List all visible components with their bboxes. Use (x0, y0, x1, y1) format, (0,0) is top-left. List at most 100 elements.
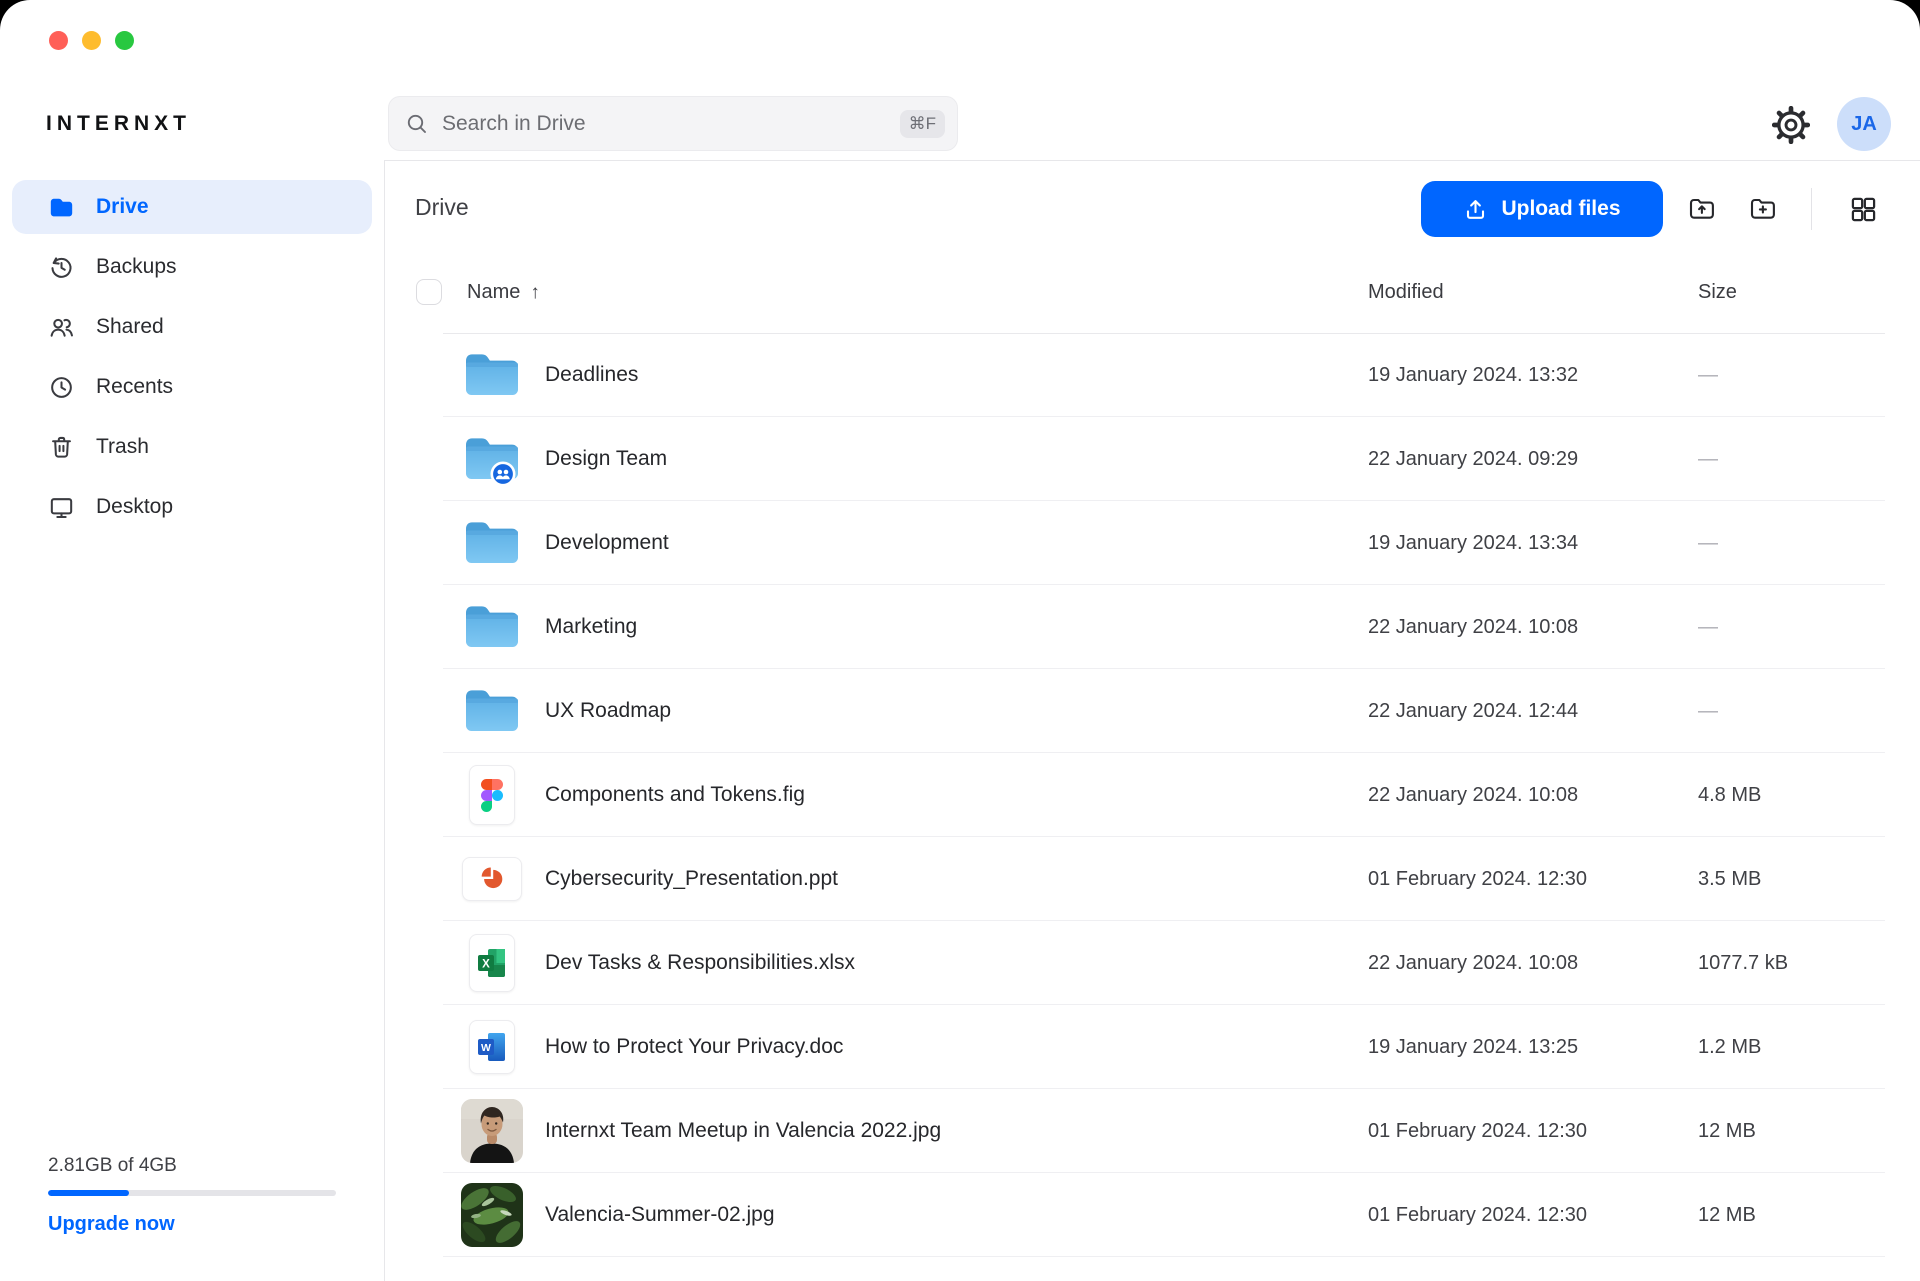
file-size: 3.5 MB (1698, 837, 1761, 921)
file-size: — (1698, 669, 1718, 753)
internxt-logo: INTERNXT (46, 112, 191, 136)
file-modified: 22 January 2024. 09:29 (1368, 417, 1578, 501)
search-shortcut-badge: ⌘F (900, 110, 945, 138)
new-folder-button[interactable] (1744, 190, 1782, 228)
folder-icon (462, 600, 522, 654)
file-size: 12 MB (1698, 1089, 1756, 1173)
sidebar-item-label: Shared (96, 315, 164, 339)
grid-view-icon (1849, 195, 1878, 224)
search-bar[interactable]: ⌘F (388, 96, 958, 151)
folder-upload-icon (1687, 194, 1717, 224)
column-header-modified[interactable]: Modified (1368, 281, 1444, 304)
file-size: 12 MB (1698, 1173, 1756, 1257)
sidebar-item-backups[interactable]: Backups (12, 240, 372, 294)
table-row[interactable]: Components and Tokens.fig 22 January 202… (384, 753, 1920, 837)
close-window-button[interactable] (49, 31, 68, 50)
file-name: Design Team (545, 417, 667, 501)
excel-file-icon: X (469, 934, 515, 992)
drive-folder-icon (48, 194, 75, 221)
column-header-name[interactable]: Name↑ (467, 281, 540, 304)
upload-folder-button[interactable] (1683, 190, 1721, 228)
sidebar-item-shared[interactable]: Shared (12, 300, 372, 354)
file-modified: 01 February 2024. 12:30 (1368, 1089, 1587, 1173)
file-modified: 19 January 2024. 13:34 (1368, 501, 1578, 585)
backups-history-icon (48, 254, 75, 281)
sidebar-item-label: Drive (96, 195, 149, 219)
file-name: Valencia-Summer-02.jpg (545, 1173, 775, 1257)
column-header-size[interactable]: Size (1698, 281, 1737, 304)
photo-thumbnail-person (461, 1099, 523, 1163)
file-name: Development (545, 501, 669, 585)
table-row[interactable]: UX Roadmap 22 January 2024. 12:44 — (384, 669, 1920, 753)
sidebar-item-label: Desktop (96, 495, 173, 519)
storage-progress-fill (48, 1190, 129, 1196)
settings-button[interactable] (1772, 106, 1810, 144)
file-modified: 19 January 2024. 13:25 (1368, 1005, 1578, 1089)
powerpoint-file-icon (462, 857, 522, 901)
photo-thumbnail-leaves (461, 1183, 523, 1247)
table-row[interactable]: Design Team 22 January 2024. 09:29 — (384, 417, 1920, 501)
table-row[interactable]: Internxt Team Meetup in Valencia 2022.jp… (384, 1089, 1920, 1173)
sidebar-item-trash[interactable]: Trash (12, 420, 372, 474)
table-row[interactable]: Cybersecurity_Presentation.ppt 01 Februa… (384, 837, 1920, 921)
search-icon (405, 112, 429, 136)
file-name: Internxt Team Meetup in Valencia 2022.jp… (545, 1089, 941, 1173)
gear-icon (1772, 106, 1810, 144)
shared-folder-icon (462, 432, 522, 486)
upload-icon (1463, 197, 1488, 222)
zoom-window-button[interactable] (115, 31, 134, 50)
table-row[interactable]: Deadlines 19 January 2024. 13:32 — (384, 333, 1920, 417)
folder-icon (462, 348, 522, 402)
window-controls (49, 31, 134, 50)
svg-text:W: W (481, 1042, 491, 1054)
select-all-checkbox[interactable] (416, 279, 442, 305)
table-row[interactable]: Marketing 22 January 2024. 10:08 — (384, 585, 1920, 669)
search-input[interactable] (442, 112, 900, 136)
file-name: Cybersecurity_Presentation.ppt (545, 837, 838, 921)
table-row[interactable]: Development 19 January 2024. 13:34 — (384, 501, 1920, 585)
storage-usage-text: 2.81GB of 4GB (48, 1155, 338, 1177)
recents-clock-icon (48, 374, 75, 401)
page-title: Drive (415, 194, 469, 221)
file-modified: 22 January 2024. 10:08 (1368, 753, 1578, 837)
toolbar-divider (1811, 188, 1812, 230)
minimize-window-button[interactable] (82, 31, 101, 50)
sidebar-item-drive[interactable]: Drive (12, 180, 372, 234)
file-modified: 01 February 2024. 12:30 (1368, 1173, 1587, 1257)
grid-view-button[interactable] (1844, 190, 1882, 228)
file-list: Deadlines 19 January 2024. 13:32 — Desig… (384, 333, 1920, 1257)
main-content: Drive Upload files Name↑ Modified Size (384, 160, 1920, 1281)
file-modified: 22 January 2024. 10:08 (1368, 921, 1578, 1005)
word-file-icon: W (469, 1020, 515, 1074)
sidebar-item-label: Trash (96, 435, 149, 459)
folder-plus-icon (1748, 194, 1778, 224)
folder-icon (462, 684, 522, 738)
sidebar-item-label: Recents (96, 375, 173, 399)
file-modified: 01 February 2024. 12:30 (1368, 837, 1587, 921)
file-modified: 19 January 2024. 13:32 (1368, 333, 1578, 417)
sidebar-item-label: Backups (96, 255, 177, 279)
upload-files-button[interactable]: Upload files (1421, 181, 1663, 237)
shared-people-icon (48, 314, 75, 341)
sidebar-item-desktop[interactable]: Desktop (12, 480, 372, 534)
figma-file-icon (469, 765, 515, 825)
trash-icon (48, 434, 75, 461)
sidebar-nav: Drive Backups Shared Recents Trash Deskt… (12, 180, 372, 540)
table-row[interactable]: W How to Protect Your Privacy.doc 19 Jan… (384, 1005, 1920, 1089)
svg-text:X: X (482, 959, 490, 971)
file-size: — (1698, 333, 1718, 417)
sidebar-item-recents[interactable]: Recents (12, 360, 372, 414)
file-size: — (1698, 501, 1718, 585)
table-row[interactable]: Valencia-Summer-02.jpg 01 February 2024.… (384, 1173, 1920, 1257)
upgrade-now-link[interactable]: Upgrade now (48, 1213, 175, 1236)
account-avatar[interactable]: JA (1837, 97, 1891, 151)
file-size: 4.8 MB (1698, 753, 1761, 837)
sort-ascending-icon: ↑ (530, 282, 540, 303)
file-name: Marketing (545, 585, 637, 669)
file-name: Components and Tokens.fig (545, 753, 805, 837)
file-size: — (1698, 417, 1718, 501)
sidebar: Drive Backups Shared Recents Trash Deskt… (0, 160, 384, 1281)
file-modified: 22 January 2024. 10:08 (1368, 585, 1578, 669)
file-size: 1077.7 kB (1698, 921, 1788, 1005)
table-row[interactable]: X Dev Tasks & Responsibilities.xlsx 22 J… (384, 921, 1920, 1005)
